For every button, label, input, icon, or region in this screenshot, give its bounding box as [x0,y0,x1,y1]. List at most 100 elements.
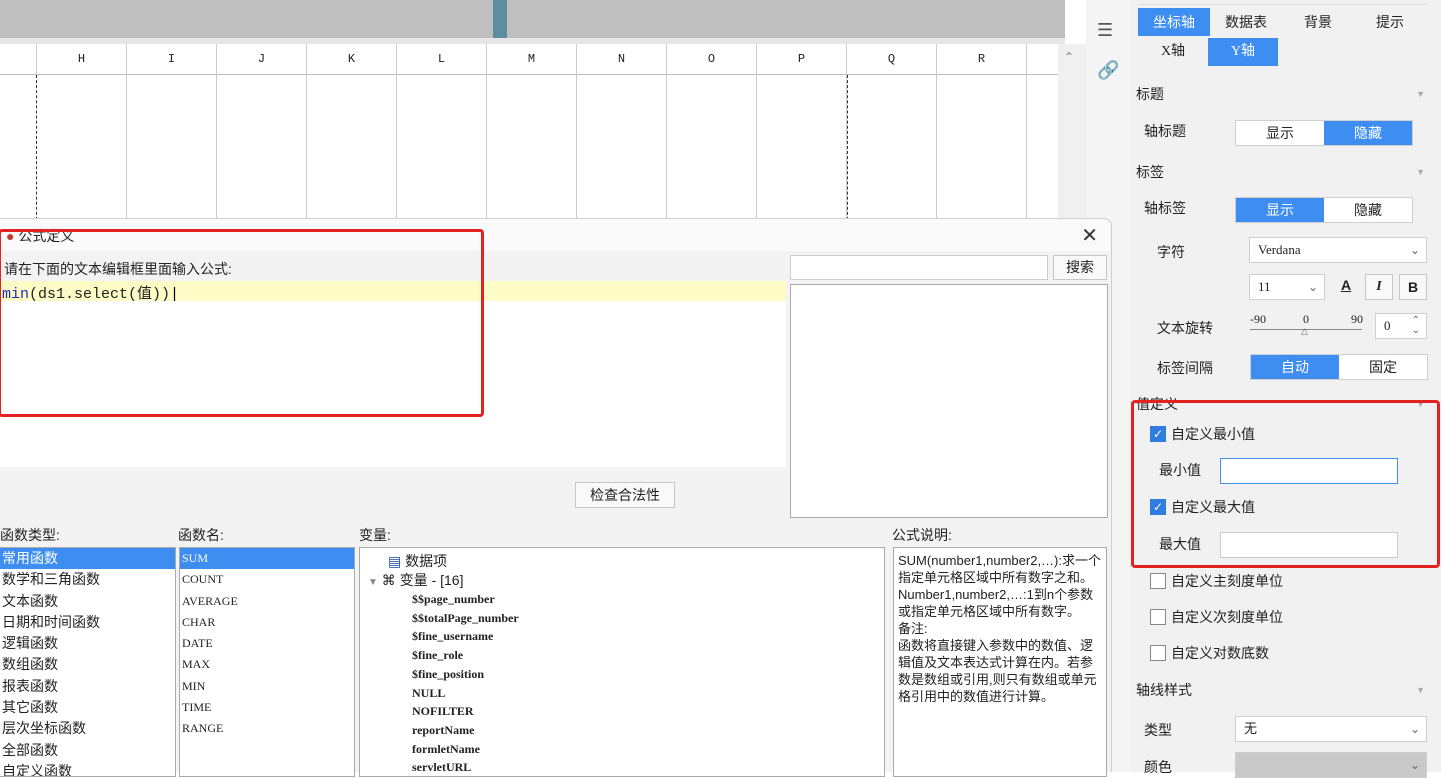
tree-item[interactable]: $$page_number [412,590,519,609]
italic-button[interactable]: I [1365,274,1393,300]
list-item[interactable]: SUM [180,548,354,570]
tab-y-axis[interactable]: Y轴 [1208,38,1278,66]
list-item[interactable]: 数组函数 [0,654,175,675]
list-item[interactable]: 日期和时间函数 [0,612,175,633]
tree-node-data-item[interactable]: ▤ 数据项 [388,551,447,571]
spinner-arrows-icon[interactable]: ⌃ ⌄ [1412,316,1420,336]
tree-item[interactable]: formletName [412,740,519,759]
search-results-list[interactable] [790,284,1108,518]
check-validity-button[interactable]: 检查合法性 [575,482,675,508]
line-type-value: 无 [1244,721,1258,736]
section-axis-style[interactable]: 轴线样式 ▼ [1136,674,1431,706]
search-input[interactable] [790,255,1048,280]
function-name-list[interactable]: SUM COUNT AVERAGE CHAR DATE MAX MIN TIME… [179,547,355,777]
grid-column [847,75,937,225]
interval-auto[interactable]: 自动 [1251,355,1339,379]
axis-title-show[interactable]: 显示 [1236,121,1324,145]
property-panel: 坐标轴 数据表 背景 提示 X轴 Y轴 标题 ▼ 轴标题 显示 隐藏 标签 ▼ 轴标… [1130,0,1441,778]
column-header[interactable]: Q [847,44,937,75]
section-title[interactable]: 标题 ▼ [1136,78,1431,110]
font-select[interactable]: Verdana ⌄ [1249,237,1427,263]
tree-item[interactable]: $fine_role [412,646,519,665]
tree-item[interactable]: servletURL [412,758,519,776]
properties-icon[interactable]: ☰ [1097,20,1113,41]
tab-x-axis[interactable]: X轴 [1138,38,1208,66]
font-size-select[interactable]: 11 ⌄ [1249,274,1325,300]
search-button[interactable]: 搜索 [1053,255,1107,280]
list-item[interactable]: 报表函数 [0,676,175,697]
close-icon[interactable]: ✕ [1081,223,1098,248]
list-item[interactable]: 全部函数 [0,740,175,761]
list-item[interactable]: DATE [180,633,354,654]
function-type-list[interactable]: 常用函数 数学和三角函数 文本函数 日期和时间函数 逻辑函数 数组函数 报表函数… [0,547,176,777]
tree-item[interactable]: $fine_username [412,627,519,646]
rotation-spinner[interactable]: 0 ⌃ ⌄ [1375,313,1427,339]
list-item[interactable]: RANGE [180,718,354,739]
list-item[interactable]: TIME [180,697,354,718]
axis-title-hide[interactable]: 隐藏 [1324,121,1412,145]
spreadsheet-grid[interactable]: H I J K L M N O P Q R [0,44,1065,225]
grid-column [487,75,577,225]
axis-label-hide[interactable]: 隐藏 [1324,198,1412,222]
tree-node-variables[interactable]: ▼ ⌘ 变量 - [16] [368,570,463,590]
line-color-select[interactable]: ⌄ [1235,752,1427,778]
tree-item[interactable]: $$totalPage_number [412,609,519,628]
vertical-scrollbar[interactable]: ⌃ [1058,44,1086,224]
column-header[interactable]: H [37,44,127,75]
column-header[interactable]: K [307,44,397,75]
custom-log-base-checkbox[interactable]: 自定义对数底数 [1150,643,1269,663]
list-item[interactable]: 数学和三角函数 [0,569,175,590]
font-color-button[interactable]: A [1333,274,1359,300]
list-item[interactable]: 自定义函数 [0,761,175,776]
tree-item[interactable]: $fine_position [412,665,519,684]
list-item[interactable]: 逻辑函数 [0,633,175,654]
bold-button[interactable]: B [1399,274,1427,300]
column-header[interactable]: N [577,44,667,75]
chevron-down-icon[interactable]: ▼ [1416,674,1425,706]
tab-axis[interactable]: 坐标轴 [1138,8,1210,36]
chevron-down-icon[interactable]: ▼ [1416,78,1425,110]
custom-minor-unit-checkbox[interactable]: 自定义次刻度单位 [1150,607,1283,627]
scroll-up-icon[interactable]: ⌃ [1064,50,1074,64]
column-header[interactable]: O [667,44,757,75]
column-header-g[interactable] [0,44,37,75]
interval-fixed[interactable]: 固定 [1339,355,1427,379]
column-header[interactable]: L [397,44,487,75]
line-type-select[interactable]: 无 ⌄ [1235,716,1427,742]
list-item[interactable]: MIN [180,676,354,697]
list-item[interactable]: 文本函数 [0,591,175,612]
tab-background[interactable]: 背景 [1282,8,1354,36]
chevron-down-icon[interactable]: ▼ [1416,156,1425,188]
horizontal-scrollbar[interactable] [0,0,1065,44]
list-item[interactable]: AVERAGE [180,591,354,612]
column-header[interactable]: P [757,44,847,75]
list-item[interactable]: 层次坐标函数 [0,718,175,739]
func-name-header: 函数名: [178,527,224,543]
column-header[interactable]: R [937,44,1027,75]
rotation-tick-min: -90 [1250,312,1266,326]
slider-thumb-icon[interactable]: △ [1301,326,1308,337]
list-item[interactable]: MAX [180,654,354,675]
variable-tree[interactable]: ▤ 数据项 ▼ ⌘ 变量 - [16] $$page_number $$tota… [359,547,885,777]
custom-major-unit-checkbox[interactable]: 自定义主刻度单位 [1150,571,1283,591]
chevron-down-icon[interactable]: ▼ [368,577,378,588]
link-icon[interactable]: 🔗 [1097,60,1119,81]
column-header[interactable]: J [217,44,307,75]
rotation-tick-max: 90 [1351,312,1363,326]
list-item[interactable]: COUNT [180,569,354,590]
tab-tooltip[interactable]: 提示 [1354,8,1426,36]
rotation-slider[interactable]: -90 0 90 △ [1250,312,1370,338]
custom-minor-label: 自定义次刻度单位 [1171,609,1283,625]
column-header[interactable]: I [127,44,217,75]
list-item[interactable]: 其它函数 [0,697,175,718]
scrollbar-thumb[interactable] [493,0,507,38]
column-header[interactable]: M [487,44,577,75]
list-item[interactable]: CHAR [180,612,354,633]
list-item[interactable]: 常用函数 [0,548,175,570]
axis-label-show[interactable]: 显示 [1236,198,1324,222]
tab-datatable[interactable]: 数据表 [1210,8,1282,36]
tree-item[interactable]: NOFILTER [412,702,519,721]
tree-item[interactable]: reportName [412,721,519,740]
section-label[interactable]: 标签 ▼ [1136,156,1431,188]
tree-item[interactable]: NULL [412,684,519,703]
